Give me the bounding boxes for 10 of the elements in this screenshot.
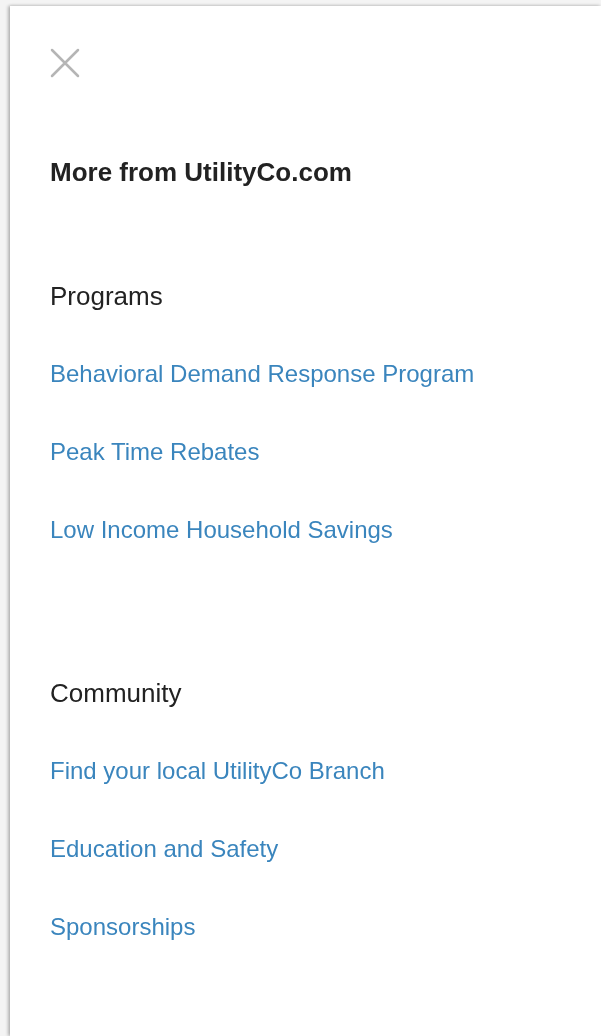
menu-link[interactable]: Find your local UtilityCo Branch xyxy=(50,757,385,785)
menu-link[interactable]: Sponsorships xyxy=(50,913,196,941)
section-heading: Programs xyxy=(50,282,163,310)
panel-title: More from UtilityCo.com xyxy=(50,157,352,187)
menu-link[interactable]: Behavioral Demand Response Program xyxy=(50,360,475,388)
menu-link[interactable]: Peak Time Rebates xyxy=(50,438,260,466)
menu-link[interactable]: Education and Safety xyxy=(50,835,279,863)
menu-link[interactable]: Low Income Household Savings xyxy=(50,516,393,544)
section-heading: Community xyxy=(50,679,182,707)
close-icon[interactable] xyxy=(50,48,80,78)
